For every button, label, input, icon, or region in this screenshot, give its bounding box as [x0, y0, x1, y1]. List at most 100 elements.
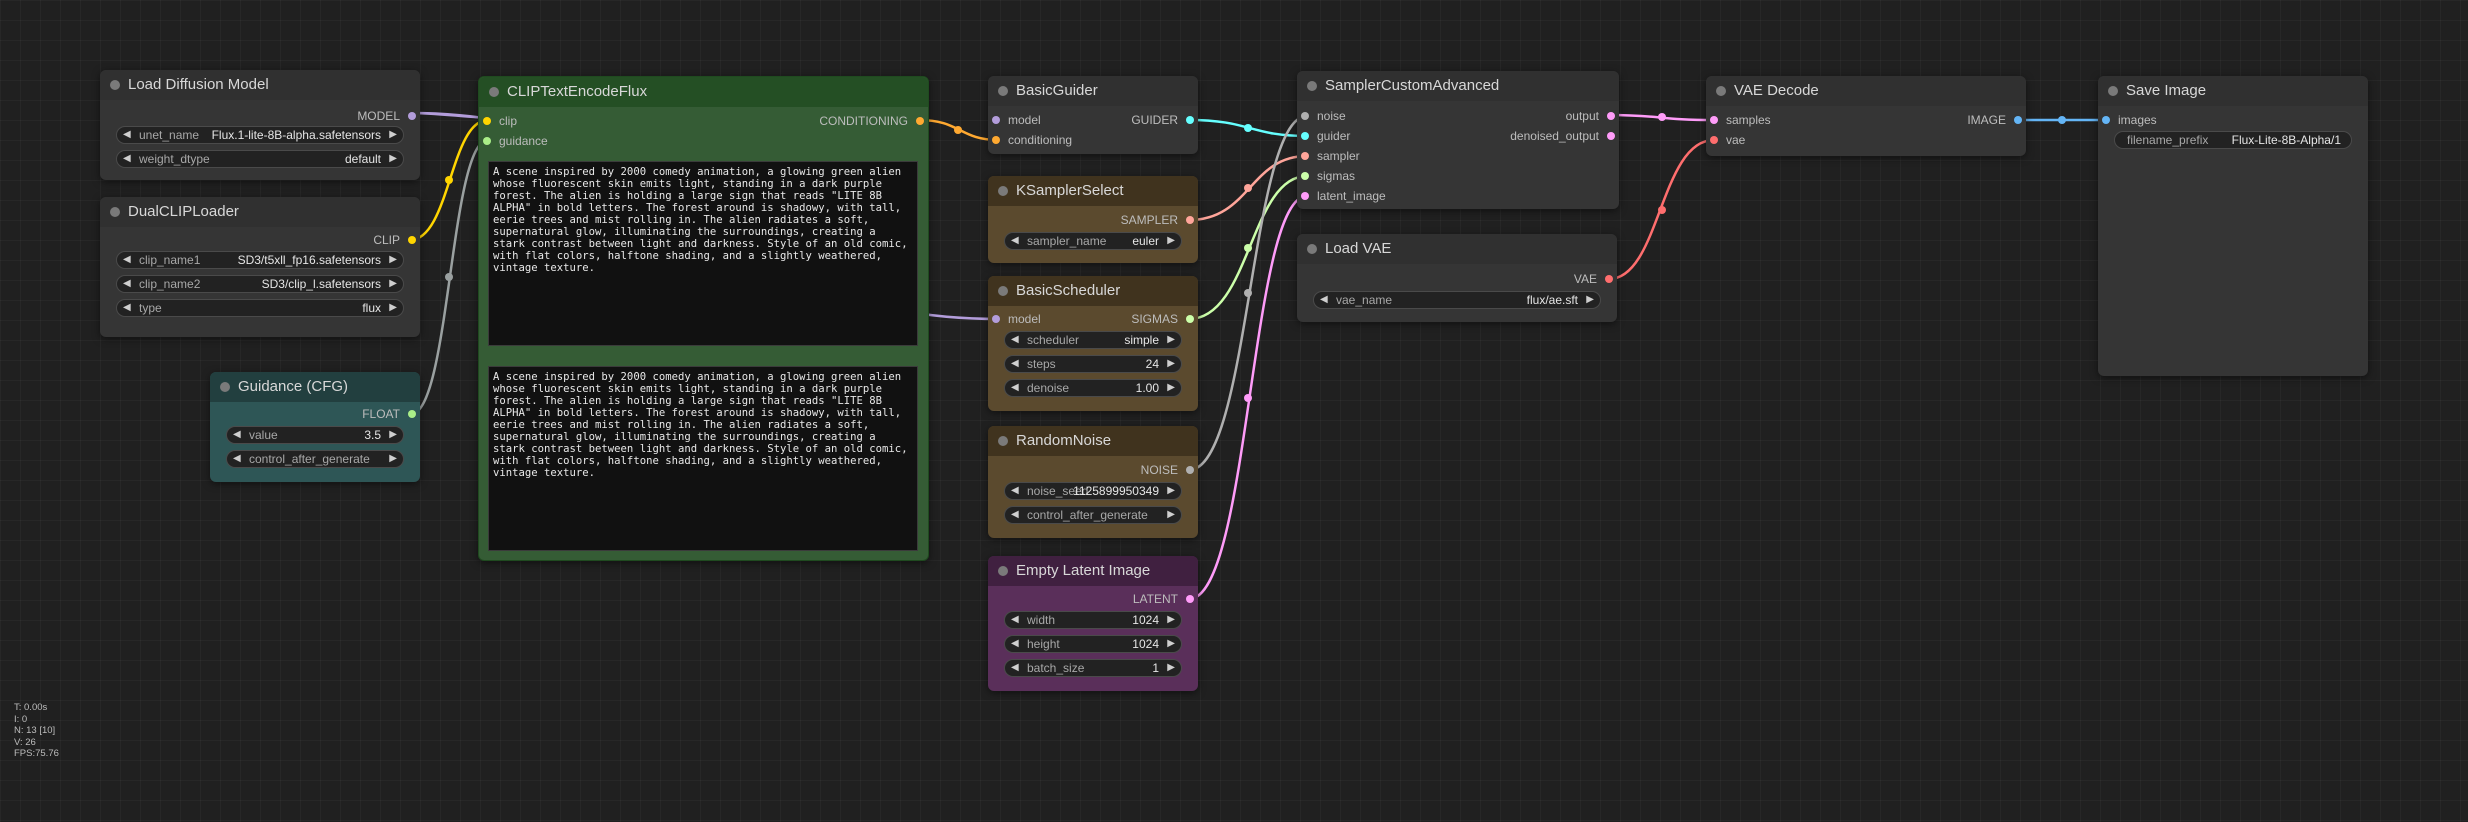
node-title[interactable]: KSamplerSelect [988, 176, 1198, 206]
latent-pin-icon[interactable] [1301, 192, 1309, 200]
increment-arrow-icon[interactable]: ▶ [1167, 332, 1175, 348]
collapse-dot-icon[interactable] [489, 87, 499, 97]
increment-arrow-icon[interactable]: ▶ [1167, 507, 1175, 523]
decrement-arrow-icon[interactable]: ◀ [1011, 507, 1019, 523]
node-basic-guider[interactable]: BasicGuider model conditioning GUIDER [988, 76, 1198, 154]
decrement-arrow-icon[interactable]: ◀ [1011, 660, 1019, 676]
guidance-pin-icon[interactable] [483, 137, 491, 145]
input-sigmas[interactable]: sigmas [1297, 168, 1355, 184]
decrement-arrow-icon[interactable]: ◀ [1011, 356, 1019, 372]
output-output[interactable]: output [1566, 108, 1619, 124]
width-widget[interactable]: ◀ width 1024 ▶ [1004, 611, 1182, 629]
collapse-dot-icon[interactable] [998, 566, 1008, 576]
vae-name-widget[interactable]: ◀ vae_name flux/ae.sft ▶ [1313, 291, 1601, 309]
latent-pin-icon[interactable] [1607, 132, 1615, 140]
output-guider[interactable]: GUIDER [1131, 112, 1198, 128]
collapse-dot-icon[interactable] [1307, 81, 1317, 91]
output-image[interactable]: IMAGE [1967, 112, 2026, 128]
increment-arrow-icon[interactable]: ▶ [389, 300, 397, 316]
collapse-dot-icon[interactable] [110, 207, 120, 217]
sampler-pin-icon[interactable] [1301, 152, 1309, 160]
node-title[interactable]: DualCLIPLoader [100, 197, 420, 227]
node-title[interactable]: CLIPTextEncodeFlux [479, 77, 928, 107]
node-sampler-custom-advanced[interactable]: SamplerCustomAdvanced noise guider sampl… [1297, 71, 1619, 209]
sigmas-pin-icon[interactable] [1301, 172, 1309, 180]
decrement-arrow-icon[interactable]: ◀ [123, 127, 131, 143]
output-conditioning[interactable]: CONDITIONING [819, 113, 928, 129]
node-random-noise[interactable]: RandomNoise NOISE ◀ noise_seed 112589995… [988, 426, 1198, 538]
collapse-dot-icon[interactable] [110, 80, 120, 90]
node-ksampler-select[interactable]: KSamplerSelect SAMPLER ◀ sampler_name eu… [988, 176, 1198, 263]
vae-pin-icon[interactable] [1710, 136, 1718, 144]
decrement-arrow-icon[interactable]: ◀ [1011, 483, 1019, 499]
steps-widget[interactable]: ◀ steps 24 ▶ [1004, 355, 1182, 373]
node-load-diffusion-model[interactable]: Load Diffusion Model MODEL ◀ unet_name F… [100, 70, 420, 180]
increment-arrow-icon[interactable]: ▶ [1167, 660, 1175, 676]
node-title[interactable]: Save Image [2098, 76, 2368, 106]
model-pin-icon[interactable] [992, 116, 1000, 124]
image-pin-icon[interactable] [2014, 116, 2022, 124]
denoise-widget[interactable]: ◀ denoise 1.00 ▶ [1004, 379, 1182, 397]
control-after-generate-widget[interactable]: ◀ control_after_generate ▶ [226, 450, 404, 468]
input-samples[interactable]: samples [1706, 112, 1771, 128]
node-save-image[interactable]: Save Image images filename_prefix Flux-L… [2098, 76, 2368, 376]
sampler-name-widget[interactable]: ◀ sampler_name euler ▶ [1004, 232, 1182, 250]
input-latent-image[interactable]: latent_image [1297, 188, 1386, 204]
input-model[interactable]: model [988, 311, 1041, 327]
output-denoised[interactable]: denoised_output [1510, 128, 1619, 144]
decrement-arrow-icon[interactable]: ◀ [1011, 380, 1019, 396]
input-guider[interactable]: guider [1297, 128, 1350, 144]
collapse-dot-icon[interactable] [998, 286, 1008, 296]
output-model[interactable]: MODEL [357, 108, 420, 124]
conditioning-pin-icon[interactable] [916, 117, 924, 125]
clip-pin-icon[interactable] [483, 117, 491, 125]
node-clip-text-encode-flux[interactable]: CLIPTextEncodeFlux clip guidance CONDITI… [478, 76, 929, 561]
control-after-generate-widget[interactable]: ◀ control_after_generate ▶ [1004, 506, 1182, 524]
decrement-arrow-icon[interactable]: ◀ [1011, 612, 1019, 628]
output-noise[interactable]: NOISE [1141, 462, 1198, 478]
clip-l-textarea[interactable]: A scene inspired by 2000 comedy animatio… [488, 161, 918, 346]
output-clip[interactable]: CLIP [373, 232, 420, 248]
output-vae[interactable]: VAE [1574, 271, 1617, 287]
input-guidance[interactable]: guidance [479, 133, 548, 149]
model-pin-icon[interactable] [992, 315, 1000, 323]
sigmas-pin-icon[interactable] [1186, 315, 1194, 323]
clip-name1-widget[interactable]: ◀ clip_name1 SD3/t5xll_fp16.safetensors … [116, 251, 404, 269]
node-title[interactable]: Load VAE [1297, 234, 1617, 264]
decrement-arrow-icon[interactable]: ◀ [1011, 636, 1019, 652]
input-model[interactable]: model [988, 112, 1041, 128]
image-pin-icon[interactable] [2102, 116, 2110, 124]
increment-arrow-icon[interactable]: ▶ [1167, 233, 1175, 249]
decrement-arrow-icon[interactable]: ◀ [123, 276, 131, 292]
node-title[interactable]: Load Diffusion Model [100, 70, 420, 100]
scheduler-widget[interactable]: ◀ scheduler simple ▶ [1004, 331, 1182, 349]
decrement-arrow-icon[interactable]: ◀ [1011, 332, 1019, 348]
input-images[interactable]: images [2098, 112, 2157, 128]
t5xxl-textarea[interactable]: A scene inspired by 2000 comedy animatio… [488, 366, 918, 551]
increment-arrow-icon[interactable]: ▶ [1167, 380, 1175, 396]
increment-arrow-icon[interactable]: ▶ [1167, 483, 1175, 499]
collapse-dot-icon[interactable] [1716, 86, 1726, 96]
noise-pin-icon[interactable] [1186, 466, 1194, 474]
input-vae[interactable]: vae [1706, 132, 1745, 148]
collapse-dot-icon[interactable] [998, 436, 1008, 446]
increment-arrow-icon[interactable]: ▶ [389, 427, 397, 443]
increment-arrow-icon[interactable]: ▶ [389, 252, 397, 268]
input-noise[interactable]: noise [1297, 108, 1346, 124]
noise-pin-icon[interactable] [1301, 112, 1309, 120]
node-empty-latent-image[interactable]: Empty Latent Image LATENT ◀ width 1024 ▶… [988, 556, 1198, 691]
vae-pin-icon[interactable] [1605, 275, 1613, 283]
latent-pin-icon[interactable] [1607, 112, 1615, 120]
node-dual-clip-loader[interactable]: DualCLIPLoader CLIP ◀ clip_name1 SD3/t5x… [100, 197, 420, 337]
clip-name2-widget[interactable]: ◀ clip_name2 SD3/clip_l.safetensors ▶ [116, 275, 404, 293]
node-guidance-cfg[interactable]: Guidance (CFG) FLOAT ◀ value 3.5 ▶ ◀ con… [210, 372, 420, 482]
increment-arrow-icon[interactable]: ▶ [389, 151, 397, 167]
increment-arrow-icon[interactable]: ▶ [1167, 612, 1175, 628]
noise-seed-widget[interactable]: ◀ noise_seed 1125899950349 ▶ [1004, 482, 1182, 500]
node-title[interactable]: SamplerCustomAdvanced [1297, 71, 1619, 101]
collapse-dot-icon[interactable] [1307, 244, 1317, 254]
increment-arrow-icon[interactable]: ▶ [389, 276, 397, 292]
increment-arrow-icon[interactable]: ▶ [1167, 636, 1175, 652]
input-sampler[interactable]: sampler [1297, 148, 1360, 164]
input-conditioning[interactable]: conditioning [988, 132, 1072, 148]
